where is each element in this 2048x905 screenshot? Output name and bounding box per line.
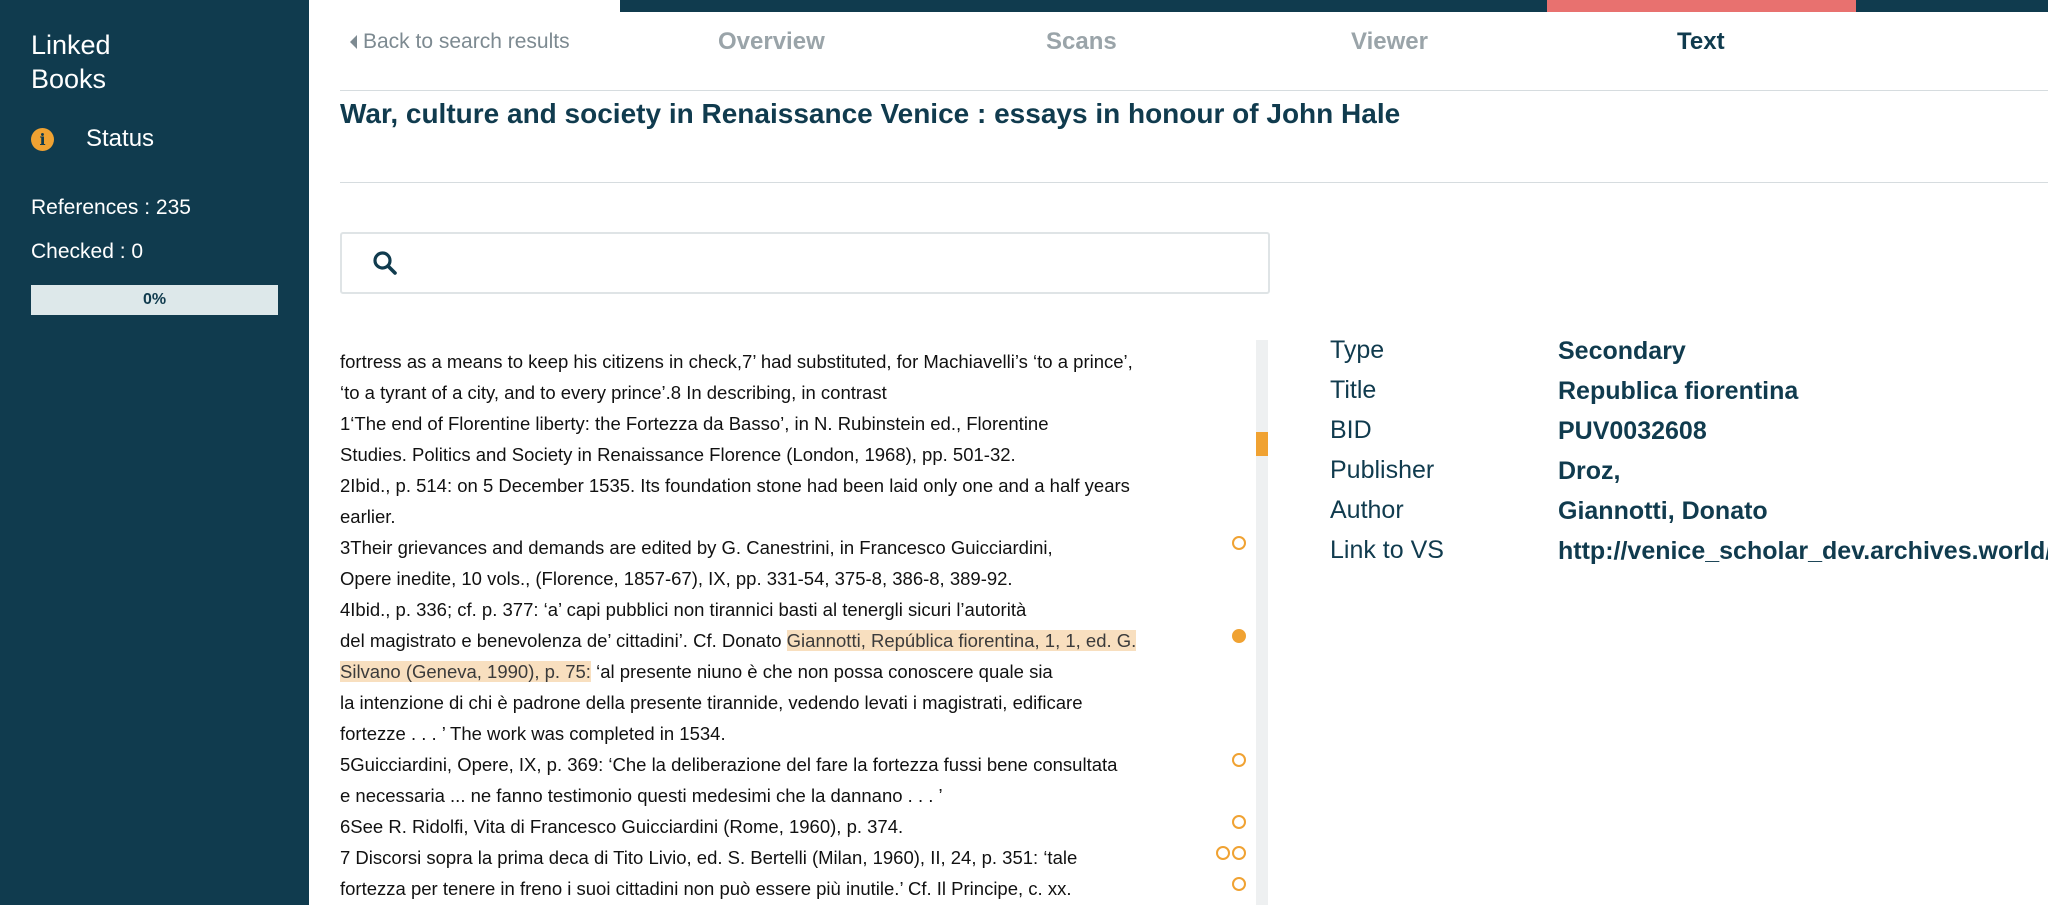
text-line: earlier. — [340, 506, 396, 527]
text-line: 6See R. Ridolfi, Vita di Francesco Guicc… — [340, 816, 904, 837]
text-line: Silvano (Geneva, 1990), p. 75: ‘al prese… — [340, 656, 1053, 687]
chevron-left-icon — [350, 35, 357, 49]
detail-value-type: Secondary — [1558, 337, 1686, 365]
detail-value-author: Giannotti, Donato — [1558, 497, 1768, 525]
reference-marker[interactable] — [1232, 536, 1246, 550]
logo-line-2: Books — [31, 64, 107, 94]
reference-marker[interactable] — [1232, 846, 1246, 860]
topbar-strip-right — [1856, 0, 2048, 12]
detail-label-bid: BID — [1330, 416, 1372, 444]
detail-value-link[interactable]: http://venice_scholar_dev.archives.world… — [1558, 537, 2048, 566]
text-line: e necessaria ... ne fanno testimonio que… — [340, 785, 943, 806]
detail-label-type: Type — [1330, 336, 1385, 364]
app-logo[interactable]: Linked Books — [31, 28, 111, 96]
detail-label-title: Title — [1330, 376, 1377, 404]
text-line: la intenzione di chi è padrone della pre… — [340, 692, 1083, 713]
references-count: References : 235 — [31, 196, 191, 219]
text-segment: ‘al presente niuno è che non possa conos… — [590, 661, 1053, 682]
reference-marker[interactable] — [1232, 877, 1246, 891]
book-title: War, culture and society in Renaissance … — [340, 98, 1401, 129]
text-line: 4Ibid., p. 336; cf. p. 377: ‘a’ capi pub… — [340, 599, 1027, 620]
info-icon: i — [31, 127, 54, 151]
text-line: 3Their grievances and demands are edited… — [340, 537, 1053, 558]
status-link[interactable]: i Status — [31, 125, 154, 153]
detail-value-bid: PUV0032608 — [1558, 417, 1707, 445]
sidebar: Linked Books i Status References : 235 C… — [0, 0, 309, 905]
text-line: fortezza per tenere in freno i suoi citt… — [340, 878, 1072, 899]
reference-marker[interactable] — [1216, 846, 1230, 860]
checked-count: Checked : 0 — [31, 240, 144, 263]
text-line: 7 Discorsi sopra la prima deca di Tito L… — [340, 847, 1078, 868]
text-line: Studies. Politics and Society in Renaiss… — [340, 444, 1016, 465]
checked-progress-bar: 0% — [31, 285, 278, 315]
status-label: Status — [86, 125, 155, 152]
tab-scans[interactable]: Scans — [1046, 28, 1117, 56]
text-line: Opere inedite, 10 vols., (Florence, 1857… — [340, 568, 1013, 589]
text-line: fortress as a means to keep his citizens… — [340, 351, 1133, 372]
text-line: 2Ibid., p. 514: on 5 December 1535. Its … — [340, 475, 1130, 496]
highlighted-reference[interactable]: Silvano (Geneva, 1990), p. 75: — [340, 661, 591, 682]
nav-divider — [340, 90, 2048, 91]
tab-viewer[interactable]: Viewer — [1351, 28, 1428, 56]
detail-label-publisher: Publisher — [1330, 456, 1435, 484]
detail-value-title: Republica fiorentina — [1558, 377, 1799, 405]
text-line: ‘to a tyrant of a city, and to every pri… — [340, 382, 887, 403]
text-line: 1‘The end of Florentine liberty: the For… — [340, 413, 1049, 434]
text-scrollbar[interactable] — [1256, 340, 1268, 905]
detail-value-publisher: Droz, — [1558, 457, 1621, 485]
search-input[interactable] — [414, 246, 1248, 280]
detail-label-author: Author — [1330, 496, 1404, 524]
search-icon — [373, 251, 397, 275]
reference-marker[interactable] — [1232, 815, 1246, 829]
highlighted-reference[interactable]: Giannotti, República fiorentina, 1, 1, e… — [786, 630, 1137, 651]
back-link-label: Back to search results — [363, 30, 570, 53]
detail-label-link: Link to VS — [1330, 536, 1444, 564]
search-box — [340, 232, 1270, 294]
topbar-strip — [620, 0, 1547, 12]
back-to-search-link[interactable]: Back to search results — [350, 30, 570, 54]
ocr-text-panel[interactable]: fortress as a means to keep his citizens… — [340, 340, 1260, 905]
text-line: del magistrato e benevolenza de’ cittadi… — [340, 625, 1137, 656]
title-divider — [340, 182, 2048, 183]
reference-marker-selected[interactable] — [1232, 629, 1246, 643]
text-line: fortezze . . . ’ The work was completed … — [340, 723, 726, 744]
reference-marker[interactable] — [1232, 753, 1246, 767]
tab-overview[interactable]: Overview — [718, 28, 825, 56]
tab-text[interactable]: Text — [1677, 28, 1725, 56]
logo-line-1: Linked — [31, 30, 111, 60]
scrollbar-thumb[interactable] — [1256, 432, 1268, 456]
text-segment: del magistrato e benevolenza de’ cittadi… — [340, 630, 787, 651]
active-tab-indicator — [1547, 0, 1856, 12]
text-line: 5Guicciardini, Opere, IX, p. 369: ‘Che l… — [340, 754, 1118, 775]
